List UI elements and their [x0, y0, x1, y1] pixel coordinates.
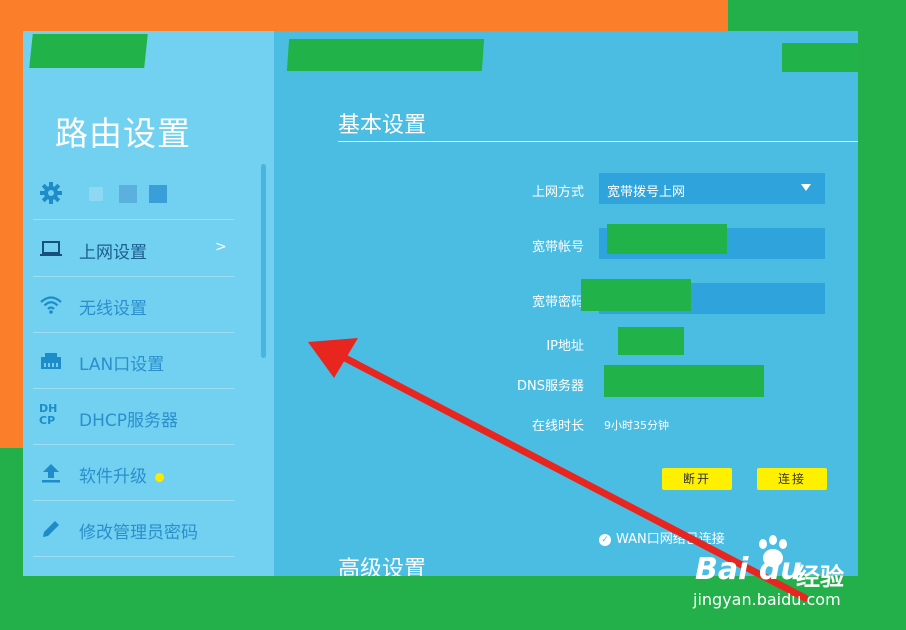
- redacted-logo: [29, 34, 148, 68]
- redacted-header: [286, 39, 485, 71]
- sidebar-item-label: 上网设置: [79, 243, 147, 263]
- sidebar-item-upgrade[interactable]: 软件升级: [33, 445, 234, 501]
- sidebar-item-label: LAN口设置: [79, 355, 165, 375]
- chevron-right-icon: >: [215, 239, 227, 255]
- select-value: 宽带拨号上网: [607, 185, 686, 200]
- disconnect-button[interactable]: 断开: [662, 468, 732, 490]
- sidebar-item-label: 无线设置: [79, 299, 147, 319]
- sidebar-scrollbar[interactable]: [261, 164, 266, 358]
- main-panel: 基本设置 上网方式 宽带拨号上网 宽带帐号 宽带密码 IP地址 DNS服务器 在…: [274, 31, 858, 576]
- field-label-password: 宽带密码: [531, 295, 584, 310]
- watermark-brand: 经验: [796, 563, 844, 591]
- redacted-value: [581, 279, 691, 311]
- dropdown-arrow-icon: [801, 184, 811, 191]
- router-admin-window: 路由设置 上网设置 > 无线设置 LAN口设置 DH CP DHCP服务器 软件…: [23, 31, 858, 576]
- sidebar: 路由设置 上网设置 > 无线设置 LAN口设置 DH CP DHCP服务器 软件…: [23, 31, 274, 576]
- field-label-ip: IP地址: [546, 339, 584, 354]
- sidebar-settings-row[interactable]: [33, 171, 234, 220]
- wan-status: ✓ WAN口网络已连接: [599, 528, 725, 547]
- wifi-icon: [40, 296, 62, 314]
- dhcp-icon: DH CP: [39, 402, 58, 427]
- update-dot-badge: [155, 472, 164, 482]
- field-label-account: 宽带帐号: [531, 240, 584, 255]
- watermark-url: jingyan.baidu.com: [693, 590, 841, 609]
- section-title-advanced: 高级设置: [338, 557, 427, 576]
- connect-button[interactable]: 连接: [757, 468, 827, 490]
- redacted-header-right: [782, 43, 858, 72]
- sidebar-item-label: DHCP服务器: [79, 411, 178, 431]
- sidebar-title: 路由设置: [55, 114, 191, 153]
- laptop-icon: [40, 241, 62, 256]
- background-green: [728, 0, 906, 32]
- sidebar-item-password[interactable]: 修改管理员密码: [33, 501, 234, 557]
- account-input[interactable]: [599, 224, 825, 259]
- redacted-label: [81, 185, 169, 203]
- redacted-ip-value: [618, 327, 684, 355]
- section-divider: [338, 141, 858, 142]
- sidebar-item-internet[interactable]: 上网设置 >: [33, 221, 234, 277]
- check-icon: ✓: [599, 533, 611, 546]
- section-title-basic: 基本设置: [338, 113, 427, 138]
- sidebar-item-label: 软件升级: [79, 462, 164, 487]
- field-label-dns: DNS服务器: [517, 379, 584, 394]
- sidebar-item-dhcp[interactable]: DH CP DHCP服务器: [33, 389, 234, 445]
- sidebar-item-label: 修改管理员密码: [79, 523, 198, 543]
- redacted-dns-value: [604, 365, 764, 397]
- connection-type-select[interactable]: 宽带拨号上网: [599, 173, 825, 204]
- pencil-icon: [43, 521, 59, 537]
- field-label-connection-type: 上网方式: [531, 185, 584, 200]
- upload-icon: [42, 464, 60, 483]
- gear-icon: [40, 182, 62, 204]
- uptime-value: 9小时35分钟: [604, 419, 669, 432]
- field-label-uptime: 在线时长: [531, 419, 584, 434]
- lan-port-icon: [41, 353, 61, 369]
- redacted-value: [607, 224, 727, 254]
- sidebar-item-wireless[interactable]: 无线设置: [33, 277, 234, 333]
- password-input[interactable]: [581, 279, 825, 314]
- sidebar-item-lan[interactable]: LAN口设置: [33, 333, 234, 389]
- watermark-logo: Bai du: [695, 552, 802, 587]
